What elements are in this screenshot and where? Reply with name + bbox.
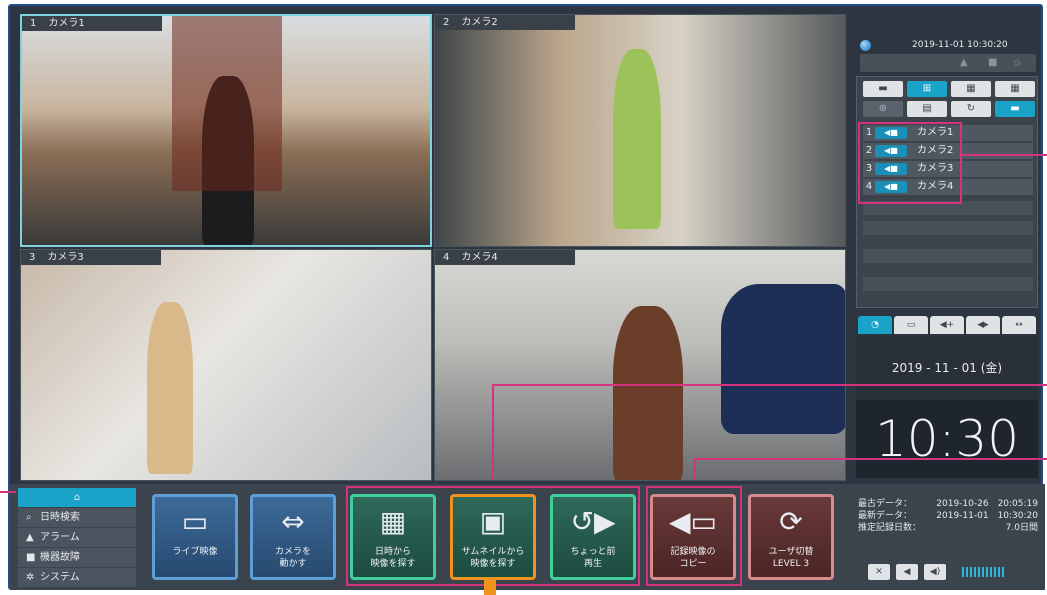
menu-item-date-search[interactable]: ⌕ 日時検索 bbox=[18, 508, 136, 527]
tab-camera[interactable]: ▭ bbox=[894, 316, 928, 334]
status-bar: ▲ ■ ⦸ bbox=[860, 54, 1036, 72]
ptz-icon: ⇔ bbox=[281, 505, 305, 538]
camera-view-3[interactable]: 3 カメラ3 bbox=[20, 249, 432, 481]
tab-clock[interactable]: ◔ bbox=[858, 316, 892, 334]
image-search-icon: ▣ bbox=[479, 505, 507, 538]
camera-move-button[interactable]: ⇔ カメラを 動かす bbox=[250, 494, 336, 580]
person-figure bbox=[613, 306, 683, 480]
callout-line bbox=[694, 458, 1047, 460]
person-figure bbox=[147, 302, 193, 474]
calendar-search-icon: ▦ bbox=[379, 505, 407, 538]
layout-single-button[interactable]: ▬ bbox=[863, 81, 903, 97]
recording-info: 最古データ： 2019-10-26 20:05:19 最新データ： 2019-11-… bbox=[858, 499, 1038, 533]
prohibited-icon: ⦸ bbox=[1014, 57, 1021, 68]
gear-icon: ✲ bbox=[26, 572, 35, 583]
layout-quad-button[interactable]: ⊞ bbox=[907, 81, 947, 97]
empty-slot bbox=[863, 249, 1033, 263]
folder-button[interactable]: ▬ bbox=[995, 101, 1035, 117]
side-menu: ⌂ ⌕ 日時検索 ▲ アラーム ■ 機器故障 ✲ システム bbox=[18, 488, 136, 588]
replay-button[interactable]: ↺▶ ちょっと前 再生 bbox=[550, 494, 636, 580]
volume-up-button[interactable]: ◀) bbox=[924, 564, 946, 580]
live-video-button[interactable]: ▭ ライブ映像 bbox=[152, 494, 238, 580]
right-panel: 2019-11-01 10:30:20 ▲ ■ ⦸ ▬ ⊞ ▦ ▦ ⊕ ▤ ↻ … bbox=[852, 14, 1038, 481]
callout-marker bbox=[484, 580, 496, 595]
date-display: 2019 - 11 - 01 (金) bbox=[856, 336, 1038, 400]
date-search-button[interactable]: ▦ 日時から 映像を探す bbox=[350, 494, 436, 580]
zoom-button[interactable]: ⊕ bbox=[863, 101, 903, 117]
refresh-icon: ⟳ bbox=[779, 505, 803, 538]
bottom-bar: ⌂ ⌕ 日時検索 ▲ アラーム ■ 機器故障 ✲ システム ▭ ライブ映像 ⇔ カメラを 動… bbox=[10, 484, 1045, 590]
recorder-screen: 1 カメラ1 2 カメラ2 3 カメラ3 4 カメラ4 2019-11-01 10:30… bbox=[8, 4, 1045, 590]
home-button[interactable]: ⌂ bbox=[18, 488, 136, 507]
rotate-button[interactable]: ↻ bbox=[951, 101, 991, 117]
mute-button[interactable]: ✕ bbox=[868, 564, 890, 580]
callout-line bbox=[1030, 154, 1047, 156]
camera-label-4: 4 カメラ4 bbox=[435, 250, 575, 265]
layout-sixteen-button[interactable]: ▦ bbox=[995, 81, 1035, 97]
callout-line bbox=[960, 154, 1030, 156]
device-icon: ■ bbox=[26, 552, 36, 563]
person-figure bbox=[613, 49, 661, 229]
warning-icon: ▲ bbox=[26, 532, 34, 543]
empty-slot bbox=[863, 221, 1033, 235]
home-icon: ⌂ bbox=[73, 492, 81, 503]
camera-label-3: 3 カメラ3 bbox=[21, 250, 161, 265]
volume-down-button[interactable]: ◀ bbox=[896, 564, 918, 580]
camera-list-highlight bbox=[858, 122, 962, 204]
empty-slot bbox=[863, 277, 1033, 291]
tab-camera-swap[interactable]: ↔ bbox=[1002, 316, 1036, 334]
usb-icon: ◀▭ bbox=[669, 505, 717, 538]
menu-item-device-fault[interactable]: ■ 機器故障 bbox=[18, 548, 136, 567]
car bbox=[721, 284, 845, 434]
copy-recording-button[interactable]: ◀▭ 記録映像の コピー bbox=[650, 494, 736, 580]
camera-view-2[interactable]: 2 カメラ2 bbox=[434, 14, 846, 247]
callout-line bbox=[0, 491, 16, 493]
door bbox=[172, 16, 282, 191]
camera-view-4[interactable]: 4 カメラ4 bbox=[434, 249, 846, 481]
callout-line bbox=[492, 384, 494, 480]
globe-icon bbox=[860, 40, 871, 51]
camera-label-1: 1 カメラ1 bbox=[22, 16, 162, 31]
sequence-button[interactable]: ▤ bbox=[907, 101, 947, 117]
disk-icon: ■ bbox=[988, 57, 998, 68]
clock-display: 10:30 bbox=[856, 400, 1038, 478]
menu-item-system[interactable]: ✲ システム bbox=[18, 568, 136, 587]
callout-line bbox=[492, 384, 1047, 386]
tab-camera-plus[interactable]: ◀+ bbox=[930, 316, 964, 334]
menu-item-alarm[interactable]: ▲ アラーム bbox=[18, 528, 136, 547]
camera-view-1[interactable]: 1 カメラ1 bbox=[20, 14, 432, 247]
search-icon: ⌕ bbox=[26, 512, 32, 523]
callout-line bbox=[694, 458, 696, 480]
user-switch-button[interactable]: ⟳ ユーザ切替 LEVEL 3 bbox=[748, 494, 834, 580]
datetime-display: 2019-11-01 10:30:20 bbox=[912, 40, 1008, 50]
tab-camera-move[interactable]: ◀▸ bbox=[966, 316, 1000, 334]
camera-label-2: 2 カメラ2 bbox=[435, 15, 575, 30]
volume-level-bar bbox=[962, 567, 1004, 577]
mode-tabs: ◔ ▭ ◀+ ◀▸ ↔ bbox=[856, 316, 1038, 336]
thumbnail-search-button[interactable]: ▣ サムネイルから 映像を探す bbox=[450, 494, 536, 580]
camera-icon: ▭ bbox=[181, 505, 209, 538]
warning-icon: ▲ bbox=[960, 57, 968, 68]
replay-icon: ↺▶ bbox=[570, 505, 616, 538]
layout-nine-button[interactable]: ▦ bbox=[951, 81, 991, 97]
